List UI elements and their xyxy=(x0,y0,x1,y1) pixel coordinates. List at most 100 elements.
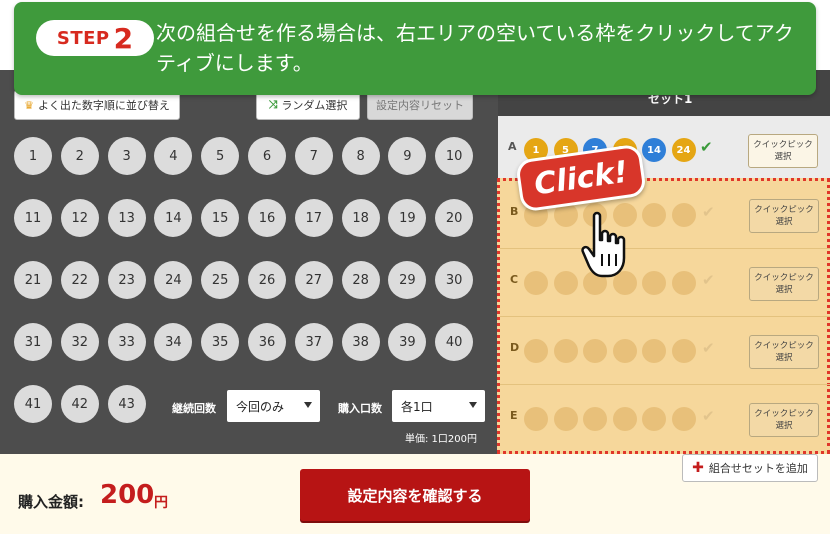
step-badge: STEP 2 xyxy=(36,20,154,56)
number-ball[interactable]: 6 xyxy=(248,137,286,175)
units-label: 購入口数 xyxy=(338,402,382,415)
number-ball[interactable]: 15 xyxy=(201,199,240,237)
row-label: A xyxy=(508,140,517,153)
number-ball[interactable]: 11 xyxy=(14,199,52,237)
empty-number-slot xyxy=(671,271,696,295)
combination-row-d[interactable]: D ✔ クイックピック 選択 xyxy=(500,317,830,385)
quickpick-button[interactable]: クイックピック 選択 xyxy=(748,134,818,168)
empty-number-slot xyxy=(583,407,607,431)
empty-number-slot xyxy=(553,407,578,431)
number-ball[interactable]: 8 xyxy=(341,137,380,175)
step-word: STEP xyxy=(56,27,110,49)
number-ball[interactable]: 42 xyxy=(60,385,99,423)
step-number: 2 xyxy=(113,21,134,55)
confirm-settings-button[interactable]: 設定内容を確認する xyxy=(300,469,530,521)
number-ball[interactable]: 20 xyxy=(435,199,474,237)
unit-price: 単価: 1口200円 xyxy=(405,434,477,445)
combination-row-c[interactable]: C ✔ クイックピック 選択 xyxy=(500,249,830,317)
add-combination-set-label: 組合せセットを追加 xyxy=(708,462,808,475)
number-ball[interactable]: 22 xyxy=(60,261,99,299)
crown-icon: ♛ xyxy=(24,98,34,112)
number-ball[interactable]: 26 xyxy=(248,261,286,299)
chevron-down-icon xyxy=(469,402,477,408)
continuation-select[interactable]: 今回のみ xyxy=(227,390,320,422)
empty-number-slot xyxy=(553,271,578,295)
number-ball[interactable]: 16 xyxy=(248,199,286,237)
quickpick-sublabel: 選択 xyxy=(775,421,793,431)
quickpick-label: クイックピック xyxy=(753,140,813,150)
number-ball[interactable]: 17 xyxy=(294,199,333,237)
number-ball[interactable]: 35 xyxy=(201,323,240,361)
selected-number-ball: 24 xyxy=(671,138,696,162)
empty-number-slot xyxy=(671,339,696,363)
number-ball[interactable]: 27 xyxy=(294,261,333,299)
number-ball[interactable]: 41 xyxy=(14,385,52,423)
quickpick-sublabel: 選択 xyxy=(775,285,793,295)
plus-icon: ✚ xyxy=(692,460,704,476)
sort-frequent-label: よく出た数字順に並び替え xyxy=(37,99,170,112)
empty-number-slot xyxy=(524,339,548,363)
empty-number-slot xyxy=(553,339,578,363)
number-ball[interactable]: 1 xyxy=(14,137,52,175)
amount-label: 購入金額: xyxy=(18,493,84,511)
number-ball[interactable]: 9 xyxy=(388,137,427,175)
random-select-label: ランダム選択 xyxy=(281,99,348,112)
empty-number-slot xyxy=(524,407,548,431)
row-label: C xyxy=(510,273,519,286)
number-ball[interactable]: 37 xyxy=(294,323,333,361)
empty-number-slot xyxy=(612,339,637,363)
number-ball[interactable]: 30 xyxy=(435,261,474,299)
number-ball[interactable]: 29 xyxy=(388,261,427,299)
number-ball[interactable]: 24 xyxy=(154,261,193,299)
number-ball[interactable]: 36 xyxy=(248,323,286,361)
empty-number-slot xyxy=(642,339,666,363)
check-icon: ✔ xyxy=(702,271,715,289)
number-ball[interactable]: 10 xyxy=(435,137,474,175)
confirm-settings-label: 設定内容を確認する xyxy=(347,486,483,505)
number-ball[interactable]: 18 xyxy=(341,199,380,237)
number-ball[interactable]: 14 xyxy=(154,199,193,237)
quickpick-sublabel: 選択 xyxy=(775,353,793,363)
quickpick-button[interactable]: クイックピック 選択 xyxy=(749,403,819,437)
number-ball[interactable]: 31 xyxy=(14,323,52,361)
reset-settings-label: 設定内容リセット xyxy=(376,99,464,112)
check-icon: ✔ xyxy=(702,339,715,357)
empty-number-slot xyxy=(642,271,666,295)
empty-number-slot xyxy=(671,203,696,227)
quickpick-label: クイックピック xyxy=(754,273,814,283)
number-ball[interactable]: 38 xyxy=(341,323,380,361)
number-ball[interactable]: 23 xyxy=(107,261,146,299)
check-icon: ✔ xyxy=(702,407,715,425)
number-ball[interactable]: 28 xyxy=(341,261,380,299)
number-ball[interactable]: 12 xyxy=(60,199,99,237)
row-label: D xyxy=(510,341,520,354)
shuffle-icon: ⤨ xyxy=(268,98,278,111)
number-ball[interactable]: 33 xyxy=(107,323,146,361)
number-ball[interactable]: 25 xyxy=(201,261,240,299)
quickpick-label: クイックピック xyxy=(754,409,814,419)
check-icon: ✔ xyxy=(702,203,715,221)
number-ball[interactable]: 13 xyxy=(107,199,146,237)
units-value: 各1口 xyxy=(401,399,433,414)
number-ball[interactable]: 40 xyxy=(435,323,474,361)
combination-row-e[interactable]: E ✔ クイックピック 選択 xyxy=(500,385,830,451)
number-ball[interactable]: 21 xyxy=(14,261,52,299)
number-ball[interactable]: 3 xyxy=(107,137,146,175)
number-ball[interactable]: 5 xyxy=(201,137,240,175)
number-ball[interactable]: 2 xyxy=(60,137,99,175)
number-ball[interactable]: 4 xyxy=(154,137,193,175)
quickpick-button[interactable]: クイックピック 選択 xyxy=(749,199,819,233)
number-ball[interactable]: 34 xyxy=(154,323,193,361)
number-ball[interactable]: 19 xyxy=(388,199,427,237)
add-combination-set-button[interactable]: ✚ 組合せセットを追加 xyxy=(682,454,818,482)
quickpick-button[interactable]: クイックピック 選択 xyxy=(749,267,819,301)
quickpick-button[interactable]: クイックピック 選択 xyxy=(749,335,819,369)
empty-number-slot xyxy=(642,407,666,431)
number-ball[interactable]: 39 xyxy=(388,323,427,361)
number-ball[interactable]: 43 xyxy=(107,385,146,423)
units-select[interactable]: 各1口 xyxy=(392,390,485,422)
number-ball[interactable]: 7 xyxy=(294,137,333,175)
number-ball[interactable]: 32 xyxy=(60,323,99,361)
step-instruction: 次の組合せを作る場合は、右エリアの空いている枠をクリックしてアクティブにします。 xyxy=(156,21,794,75)
quickpick-label: クイックピック xyxy=(754,341,814,351)
